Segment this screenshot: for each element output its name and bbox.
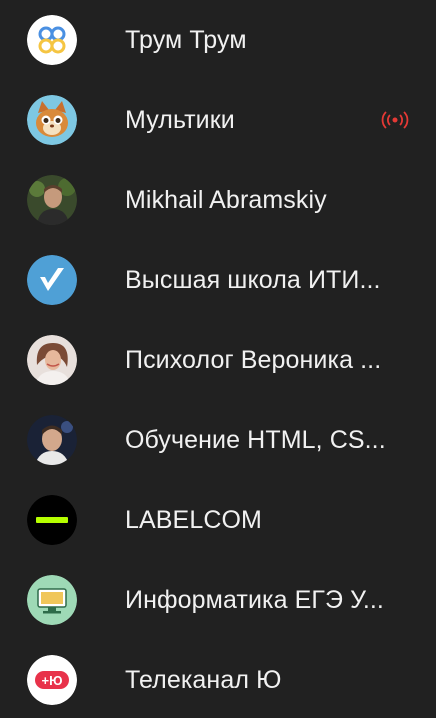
channel-name: Мультики [125, 106, 235, 134]
channel-row-obuchenie-html[interactable]: Обучение HTML, CS... [0, 400, 436, 480]
channel-row-multiki[interactable]: Мультики [0, 80, 436, 160]
u-channel-logo-icon: +Ю [27, 655, 77, 705]
channel-name: LABELCOM [125, 506, 262, 534]
channel-name: Психолог Вероника ... [125, 346, 382, 374]
subscriptions-channel-list: Трум Трум Мультики Mikhail Abramskiy Выс… [0, 0, 436, 718]
channel-name: Высшая школа ИТИ... [125, 266, 381, 294]
channel-name: Mikhail Abramskiy [125, 186, 327, 214]
person-photo-icon [27, 415, 77, 465]
labelcom-logo-icon [27, 495, 77, 545]
checkmark-logo-icon [27, 255, 77, 305]
logo-text: +Ю [42, 673, 63, 688]
channel-row-vysshaya-shkola[interactable]: Высшая школа ИТИ... [0, 240, 436, 320]
channel-name: Обучение HTML, CS... [125, 426, 386, 454]
channel-row-psiholog-veronika[interactable]: Психолог Вероника ... [0, 320, 436, 400]
person-photo-icon [27, 175, 77, 225]
channel-name: Информатика ЕГЭ У... [125, 586, 384, 614]
live-broadcast-icon [380, 109, 410, 131]
channel-name: Телеканал Ю [125, 666, 282, 694]
channel-name: Трум Трум [125, 26, 247, 54]
clover-logo-icon [27, 15, 77, 65]
cartoon-cat-icon [27, 95, 77, 145]
monitor-logo-icon [27, 575, 77, 625]
channel-row-trum-trum[interactable]: Трум Трум [0, 0, 436, 80]
channel-row-informatika-ege[interactable]: Информатика ЕГЭ У... [0, 560, 436, 640]
channel-row-labelcom[interactable]: LABELCOM [0, 480, 436, 560]
channel-row-mikhail-abramskiy[interactable]: Mikhail Abramskiy [0, 160, 436, 240]
person-photo-icon [27, 335, 77, 385]
channel-row-telekanal-yu[interactable]: +Ю Телеканал Ю [0, 640, 436, 718]
